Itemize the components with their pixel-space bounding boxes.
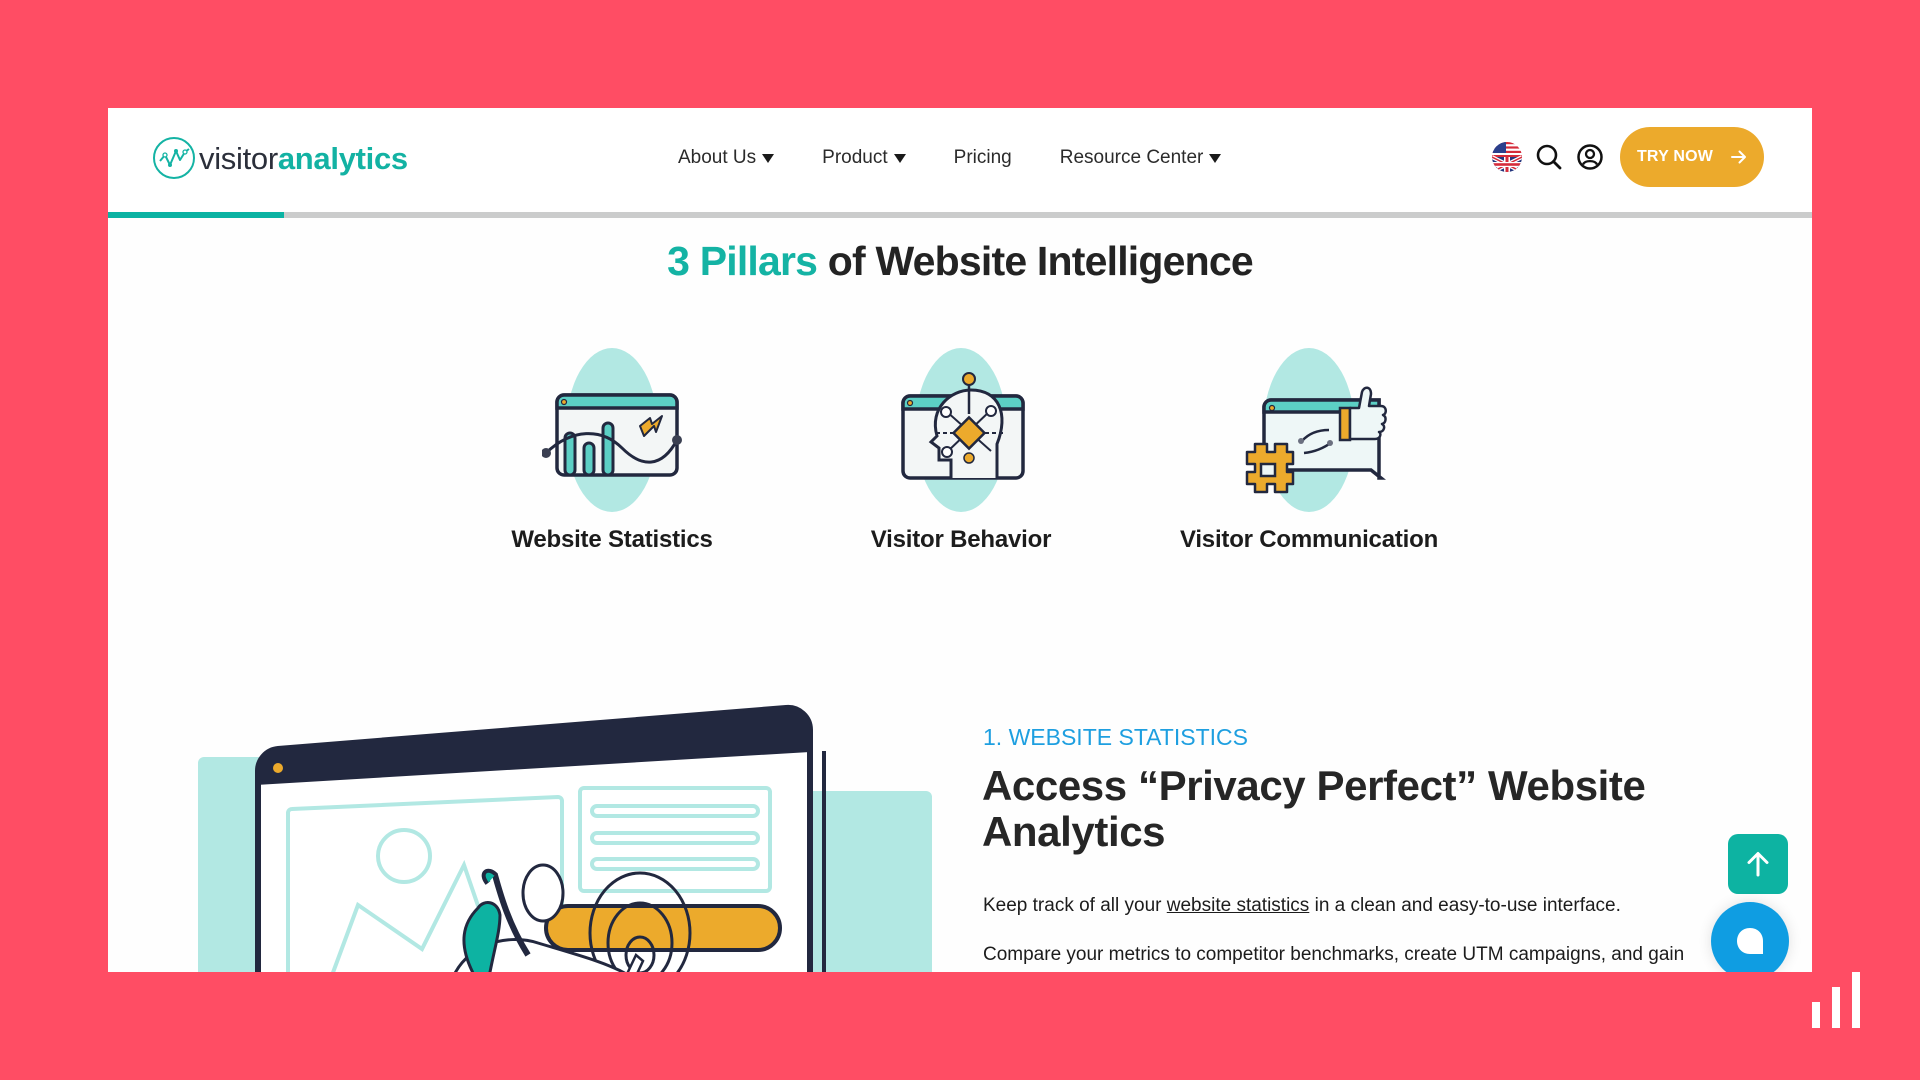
feature-headline: Access “Privacy Perfect” Website Analyti… bbox=[982, 762, 1646, 855]
pillar-visitor-communication[interactable]: Visitor Communication bbox=[1159, 348, 1459, 554]
feature-paragraph-2: Compare your metrics to competitor bench… bbox=[983, 944, 1685, 965]
title-accent: 3 Pillars bbox=[667, 238, 818, 284]
chat-thumbs-up-icon bbox=[1245, 348, 1387, 512]
logo-text-bold: analytics bbox=[277, 140, 408, 176]
main-nav: About Us Product Pricing Resource Center bbox=[678, 144, 1269, 172]
arrow-right-icon bbox=[1731, 150, 1747, 164]
bars-logo-icon bbox=[1812, 972, 1860, 1028]
arrow-up-icon bbox=[1747, 852, 1769, 877]
nav-product[interactable]: Product bbox=[822, 144, 906, 172]
chat-bubble-icon bbox=[1737, 928, 1763, 954]
caret-down-icon bbox=[893, 153, 906, 163]
head-network-icon bbox=[901, 348, 1025, 512]
search-icon[interactable] bbox=[1534, 142, 1564, 172]
logo-text: visitoranalytics bbox=[199, 143, 408, 174]
user-circle-icon[interactable] bbox=[1575, 142, 1605, 172]
scroll-progress-fill bbox=[108, 212, 284, 218]
header-tools: TRY NOW bbox=[1492, 127, 1764, 187]
nav-pricing[interactable]: Pricing bbox=[954, 144, 1012, 172]
site-header: visitoranalytics About Us Product Pricin… bbox=[108, 108, 1812, 212]
pillar-label: Visitor Communication bbox=[1179, 526, 1439, 553]
website-statistics-link[interactable]: website statistics bbox=[1167, 895, 1310, 916]
pillar-label: Visitor Behavior bbox=[870, 526, 1052, 553]
scroll-to-top-button[interactable] bbox=[1728, 834, 1788, 894]
logo-text-light: visitor bbox=[199, 140, 278, 176]
feature-paragraph-1: Keep track of all your website statistic… bbox=[983, 895, 1621, 917]
browser-page: visitoranalytics About Us Product Pricin… bbox=[108, 108, 1812, 972]
pillar-label: Website Statistics bbox=[511, 526, 713, 553]
caret-down-icon bbox=[1209, 153, 1222, 163]
nav-label: Pricing bbox=[953, 147, 1012, 168]
nav-label: Product bbox=[822, 147, 888, 168]
nav-label: Resource Center bbox=[1059, 147, 1204, 168]
pillar-visitor-behavior[interactable]: Visitor Behavior bbox=[811, 348, 1111, 554]
laptop-illustration bbox=[198, 704, 932, 972]
language-flag-icon[interactable] bbox=[1492, 142, 1522, 172]
pillar-website-statistics[interactable]: Website Statistics bbox=[462, 348, 762, 554]
logo[interactable]: visitoranalytics bbox=[152, 136, 408, 180]
chat-widget-button[interactable] bbox=[1711, 902, 1789, 972]
caret-down-icon bbox=[762, 153, 775, 163]
section-title: 3 Pillars of Website Intelligence bbox=[108, 238, 1812, 285]
logo-mark-icon bbox=[153, 137, 195, 179]
nav-resource-center[interactable]: Resource Center bbox=[1060, 144, 1222, 172]
scroll-progress-bar bbox=[108, 212, 1812, 218]
para-text: in a clean and easy-to-use interface. bbox=[1309, 895, 1621, 916]
nav-label: About Us bbox=[678, 147, 757, 168]
try-now-label: TRY NOW bbox=[1636, 148, 1714, 165]
try-now-button[interactable]: TRY NOW bbox=[1620, 127, 1764, 187]
title-rest: of Website Intelligence bbox=[817, 238, 1254, 284]
nav-about-us[interactable]: About Us bbox=[678, 144, 775, 172]
chart-window-icon bbox=[542, 348, 682, 512]
feature-eyebrow: 1. WEBSITE STATISTICS bbox=[983, 724, 1248, 750]
para-text: Keep track of all your bbox=[983, 895, 1167, 916]
